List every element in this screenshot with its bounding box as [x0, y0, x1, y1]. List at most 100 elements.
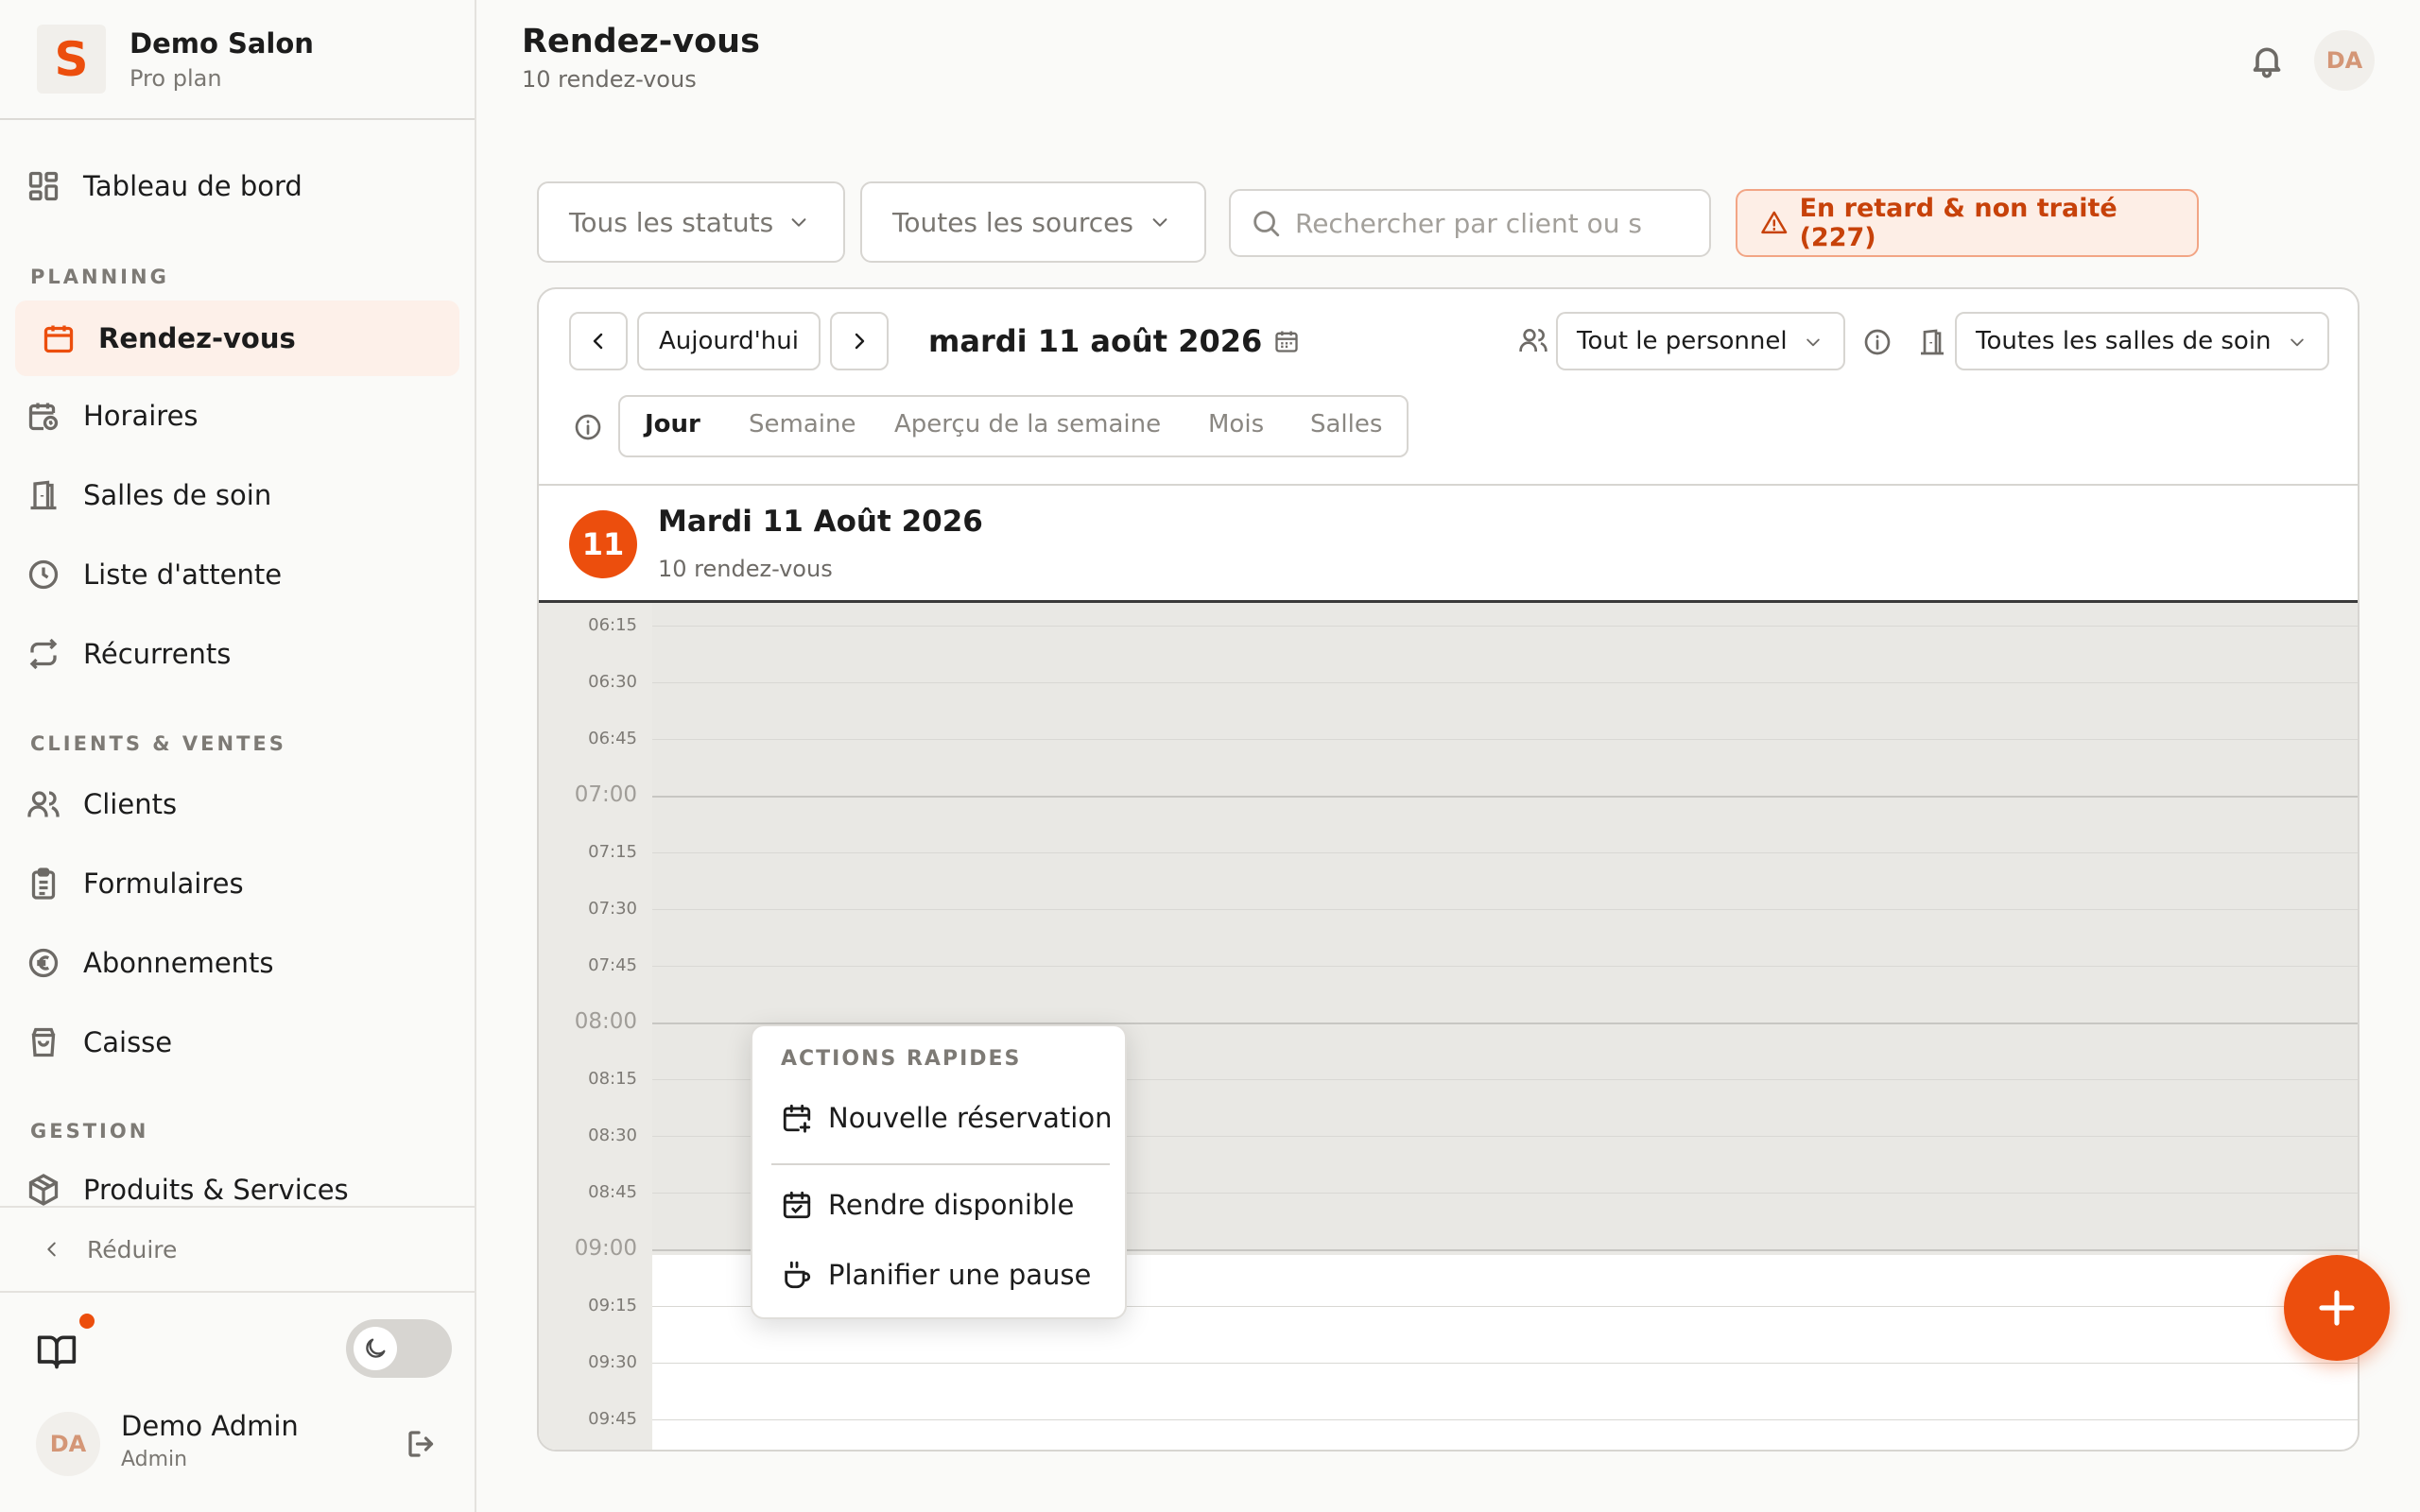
- sidebar-item-checkout[interactable]: Caisse: [15, 1005, 459, 1080]
- sidebar-item-subscriptions[interactable]: Abonnements: [15, 925, 459, 1001]
- sidebar-item-label: Rendez-vous: [98, 322, 296, 354]
- time-slot-line[interactable]: [652, 796, 2358, 798]
- dark-mode-toggle[interactable]: [346, 1319, 452, 1378]
- time-slot-line[interactable]: [652, 852, 2358, 853]
- book-icon[interactable]: [36, 1331, 78, 1372]
- sidebar-item-clients[interactable]: Clients: [15, 766, 459, 842]
- plan-break-label: Planifier une pause: [828, 1259, 1092, 1291]
- day-number-badge: 11: [569, 510, 637, 578]
- sidebar-item-label: Horaires: [83, 400, 199, 432]
- tab-week[interactable]: Semaine: [749, 410, 856, 438]
- collapse-sidebar-button[interactable]: Réduire: [0, 1206, 475, 1293]
- staff-icon: [1519, 329, 1547, 352]
- sidebar-item-waitlist[interactable]: Liste d'attente: [15, 537, 459, 612]
- sidebar-footer: DA Demo Admin Admin: [0, 1293, 475, 1512]
- tab-month[interactable]: Mois: [1208, 410, 1264, 438]
- time-slot-line[interactable]: [652, 1363, 2358, 1364]
- chevron-down-icon: [1152, 218, 1167, 227]
- moon-icon: [366, 1338, 386, 1358]
- sidebar-item-dashboard[interactable]: Tableau de bord: [15, 148, 459, 224]
- tab-day[interactable]: Jour: [645, 410, 700, 438]
- calendar-icon: [40, 319, 78, 357]
- time-slot-line[interactable]: [652, 966, 2358, 967]
- sidebar-item-recurring[interactable]: Récurrents: [15, 616, 459, 692]
- day-header: 11 Mardi 11 Août 2026 10 rendez-vous: [539, 484, 2358, 603]
- staff-select[interactable]: Tout le personnel: [1556, 312, 1845, 370]
- time-slot-label: 09:15: [588, 1296, 637, 1315]
- sidebar: S Demo Salon Pro plan Tableau de bord PL…: [0, 0, 476, 1512]
- day-subtitle: 10 rendez-vous: [658, 556, 833, 582]
- door-icon: [25, 476, 62, 514]
- next-day-button[interactable]: [830, 312, 889, 370]
- brand[interactable]: S Demo Salon Pro plan: [0, 0, 475, 120]
- sidebar-nav: Tableau de bord PLANNING Rendez-vous Hor…: [0, 120, 475, 1207]
- time-slot-label: 09:30: [588, 1352, 637, 1372]
- sidebar-item-appointments[interactable]: Rendez-vous: [15, 301, 459, 376]
- view-tabs: Jour Semaine Aperçu de la semaine Mois S…: [618, 395, 1409, 457]
- info-icon[interactable]: [1862, 327, 1893, 357]
- calendar-icon: [1275, 331, 1298, 352]
- time-slot-line[interactable]: [652, 909, 2358, 910]
- sidebar-item-label: Récurrents: [83, 638, 232, 670]
- sidebar-item-rooms[interactable]: Salles de soin: [15, 457, 459, 533]
- sidebar-item-products-services[interactable]: Produits & Services: [15, 1152, 459, 1207]
- info-icon[interactable]: [573, 412, 603, 442]
- late-unprocessed-button[interactable]: En retard & non traité (227): [1736, 189, 2199, 257]
- clock-icon: [25, 556, 62, 593]
- nav-section-planning: PLANNING: [30, 266, 169, 288]
- source-filter-value: Toutes les sources: [892, 206, 1133, 238]
- chevron-down-icon: [2290, 338, 2304, 347]
- time-slot-label: 08:30: [588, 1125, 637, 1145]
- status-filter[interactable]: Tous les statuts: [537, 181, 845, 263]
- make-available-item[interactable]: Rendre disponible: [781, 1189, 1074, 1221]
- time-slot-line[interactable]: [652, 682, 2358, 683]
- time-slot-label: 06:45: [588, 729, 637, 748]
- time-slot-label: 08:45: [588, 1182, 637, 1202]
- nav-section-clients-sales: CLIENTS & VENTES: [30, 732, 286, 755]
- header-avatar[interactable]: DA: [2314, 30, 2375, 91]
- late-unprocessed-label: En retard & non traité (227): [1799, 194, 2118, 252]
- add-appointment-button[interactable]: [2284, 1255, 2390, 1361]
- sidebar-item-schedules[interactable]: Horaires: [15, 378, 459, 454]
- tab-rooms[interactable]: Salles: [1310, 410, 1382, 438]
- current-date-label: mardi 11 août 2026: [928, 323, 1263, 359]
- new-booking-item[interactable]: Nouvelle réservation: [781, 1102, 1112, 1134]
- notification-dot: [79, 1314, 95, 1329]
- chevron-down-icon: [791, 218, 806, 227]
- bell-icon[interactable]: [2248, 42, 2286, 79]
- source-filter[interactable]: Toutes les sources: [860, 181, 1206, 263]
- quick-actions-menu: ACTIONS RAPIDES Nouvelle réservation Ren…: [751, 1024, 1127, 1319]
- sidebar-item-label: Formulaires: [83, 868, 244, 900]
- user-role: Admin: [121, 1448, 188, 1471]
- package-icon: [25, 1171, 62, 1207]
- logout-icon[interactable]: [405, 1427, 439, 1461]
- room-select[interactable]: Toutes les salles de soin: [1955, 312, 2329, 370]
- current-date-picker[interactable]: mardi 11 août 2026: [928, 323, 1300, 359]
- sidebar-item-forms[interactable]: Formulaires: [15, 846, 459, 921]
- user-avatar[interactable]: DA: [36, 1412, 100, 1476]
- sidebar-item-label: Produits & Services: [83, 1174, 349, 1206]
- chevron-right-icon: [855, 333, 865, 350]
- status-filter-value: Tous les statuts: [569, 206, 774, 238]
- today-button[interactable]: Aujourd'hui: [637, 312, 821, 370]
- coffee-icon: [785, 1261, 811, 1289]
- plan-break-item[interactable]: Planifier une pause: [781, 1259, 1091, 1291]
- time-slot-line[interactable]: [652, 1419, 2358, 1420]
- user-name: Demo Admin: [121, 1410, 299, 1442]
- day-title: Mardi 11 Août 2026: [658, 505, 983, 539]
- brand-logo: S: [37, 25, 106, 94]
- search-field[interactable]: [1229, 189, 1711, 257]
- room-select-value: Toutes les salles de soin: [1976, 327, 2272, 355]
- time-slot-label: 09:00: [574, 1236, 637, 1261]
- euro-icon: [25, 944, 62, 982]
- chevron-down-icon: [1806, 338, 1820, 347]
- time-slot-label: 07:30: [588, 899, 637, 919]
- time-slot-line[interactable]: [652, 626, 2358, 627]
- tab-week-overview[interactable]: Aperçu de la semaine: [894, 410, 1161, 438]
- previous-day-button[interactable]: [569, 312, 628, 370]
- search-input[interactable]: [1295, 207, 1692, 239]
- sidebar-item-label: Abonnements: [83, 947, 274, 979]
- time-slot-label: 07:45: [588, 955, 637, 975]
- calendar-check-icon: [783, 1191, 811, 1219]
- time-slot-line[interactable]: [652, 739, 2358, 740]
